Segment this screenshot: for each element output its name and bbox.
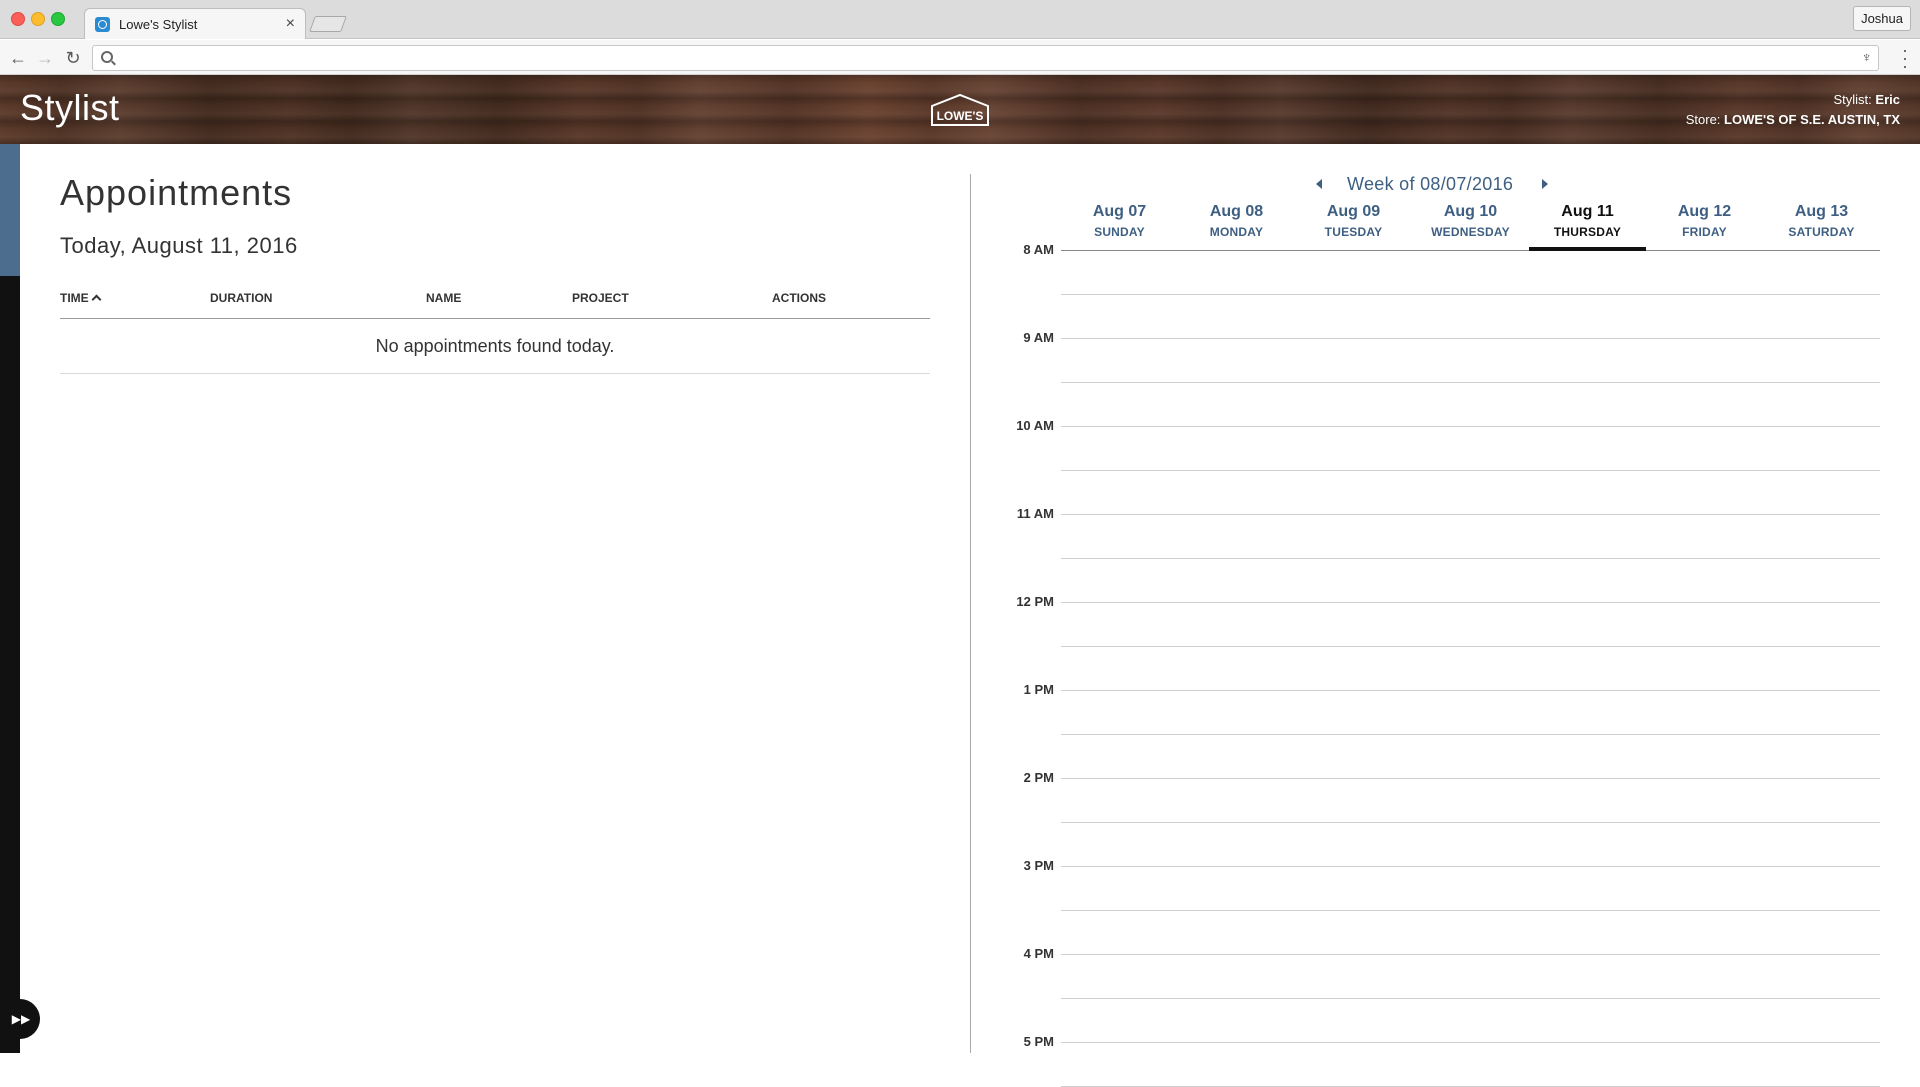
day-date: Aug 08 [1209, 203, 1264, 220]
close-tab-icon[interactable]: × [286, 15, 295, 33]
half-hour-line[interactable] [1061, 910, 1880, 911]
svg-text:LOWE'S: LOWE'S [937, 109, 984, 123]
hour-label: 8 AM [1023, 242, 1054, 257]
day-date: Aug 09 [1326, 203, 1381, 220]
column-project[interactable]: PROJECT [572, 291, 629, 305]
empty-message: No appointments found today. [60, 319, 930, 374]
store-name: LOWE'S OF S.E. AUSTIN, TX [1724, 112, 1900, 127]
week-label: Week of 08/07/2016 [1347, 174, 1514, 194]
expand-sidebar-icon[interactable]: ▶▶ [0, 999, 40, 1039]
column-name[interactable]: NAME [426, 291, 461, 305]
hour-label: 12 PM [1016, 594, 1054, 609]
week-navigator: Week of 08/07/2016 [1300, 173, 1560, 197]
hour-label: 2 PM [1023, 770, 1054, 785]
browser-tab[interactable]: Lowe's Stylist × [84, 8, 306, 39]
hour-line[interactable] [1061, 690, 1880, 691]
hour-line[interactable] [1061, 338, 1880, 339]
day-header-saturday[interactable]: Aug 13 SATURDAY [1763, 202, 1880, 251]
appointments-table: TIME DURATION NAME PROJECT ACTIONS No ap… [60, 289, 930, 374]
app-header: Stylist LOWE'S Stylist: Eric Store: LOWE… [0, 75, 1920, 144]
hour-label: 10 AM [1016, 418, 1054, 433]
today-date: Today, August 11, 2016 [60, 233, 298, 258]
side-rail [0, 144, 20, 1053]
day-header-friday[interactable]: Aug 12 FRIDAY [1646, 202, 1763, 251]
hour-label: 1 PM [1023, 682, 1054, 697]
day-name: THURSDAY [1553, 225, 1622, 239]
reload-icon[interactable]: ↻ [62, 47, 84, 69]
new-tab-button[interactable] [309, 16, 347, 32]
half-hour-line[interactable] [1061, 382, 1880, 383]
extension-icon[interactable]: ♆ [1862, 49, 1873, 65]
half-hour-line[interactable] [1061, 822, 1880, 823]
hour-label: 9 AM [1023, 330, 1054, 345]
hour-line[interactable] [1061, 778, 1880, 779]
address-bar[interactable]: ♆ [92, 45, 1879, 71]
day-header-sunday[interactable]: Aug 07 SUNDAY [1061, 202, 1178, 251]
back-arrow-icon[interactable]: ← [7, 47, 29, 69]
day-name: SUNDAY [1094, 225, 1145, 239]
browser-tab-bar: Lowe's Stylist × Joshua [0, 0, 1920, 39]
half-hour-line[interactable] [1061, 470, 1880, 471]
hour-line[interactable] [1061, 1042, 1880, 1043]
favicon-icon [95, 17, 110, 32]
column-duration[interactable]: DURATION [210, 291, 272, 305]
half-hour-line[interactable] [1061, 646, 1880, 647]
hour-label: 4 PM [1023, 946, 1054, 961]
hour-label: 3 PM [1023, 858, 1054, 873]
half-hour-line[interactable] [1061, 734, 1880, 735]
sort-ascending-icon [91, 294, 102, 305]
tab-title: Lowe's Stylist [119, 17, 198, 32]
day-date: Aug 07 [1092, 203, 1147, 220]
lowes-logo: LOWE'S [931, 93, 989, 126]
hour-label: 11 AM [1016, 506, 1054, 521]
day-name: WEDNESDAY [1431, 225, 1510, 239]
panel-divider [970, 174, 971, 1053]
half-hour-line[interactable] [1061, 998, 1880, 999]
hour-line[interactable] [1061, 954, 1880, 955]
hour-label: 5 PM [1023, 1034, 1054, 1049]
hour-line[interactable] [1061, 426, 1880, 427]
stylist-line: Stylist: Eric [1833, 92, 1901, 107]
day-date: Aug 12 [1677, 203, 1732, 220]
day-name: TUESDAY [1324, 225, 1383, 239]
search-icon [101, 51, 113, 63]
day-name: MONDAY [1209, 225, 1264, 239]
day-header-thursday[interactable]: Aug 11 THURSDAY [1529, 202, 1646, 251]
day-name: SATURDAY [1788, 225, 1855, 239]
day-headers: Aug 07 SUNDAY Aug 08 MONDAY Aug 09 TUESDAY Aug… [1061, 202, 1880, 251]
browser-menu-icon[interactable]: · · · [1902, 41, 1908, 75]
store-line: Store: LOWE'S OF S.E. AUSTIN, TX [1685, 112, 1900, 127]
column-actions: ACTIONS [772, 291, 826, 305]
profile-button[interactable]: Joshua [1853, 6, 1911, 31]
half-hour-line[interactable] [1061, 558, 1880, 559]
browser-toolbar: ← → ↻ ♆ · · · [0, 40, 1920, 75]
hour-line[interactable] [1061, 866, 1880, 867]
appointments-heading: Appointments [60, 172, 293, 213]
stylist-name: Eric [1875, 92, 1900, 107]
day-name: FRIDAY [1682, 225, 1727, 239]
day-date: Aug 13 [1794, 203, 1849, 220]
side-rail-active-item[interactable] [0, 144, 20, 276]
hour-line[interactable] [1061, 602, 1880, 603]
day-date: Aug 11 [1561, 203, 1614, 220]
minimize-window-icon[interactable] [31, 12, 45, 26]
zoom-window-icon[interactable] [51, 12, 65, 26]
half-hour-line[interactable] [1061, 294, 1880, 295]
day-date: Aug 10 [1443, 203, 1498, 220]
store-info: Stylist: Eric Store: LOWE'S OF S.E. AUST… [1686, 90, 1900, 130]
day-header-tuesday[interactable]: Aug 09 TUESDAY [1295, 202, 1412, 251]
hour-line[interactable] [1061, 514, 1880, 515]
table-header: TIME DURATION NAME PROJECT ACTIONS [60, 289, 930, 319]
day-header-monday[interactable]: Aug 08 MONDAY [1178, 202, 1295, 251]
column-time[interactable]: TIME [60, 291, 102, 305]
previous-week-icon[interactable] [1316, 179, 1322, 189]
app-title: Stylist [20, 87, 120, 128]
day-header-wednesday[interactable]: Aug 10 WEDNESDAY [1412, 202, 1529, 251]
next-week-icon[interactable] [1542, 179, 1548, 189]
close-window-icon[interactable] [11, 12, 25, 26]
forward-arrow-icon[interactable]: → [34, 47, 56, 69]
